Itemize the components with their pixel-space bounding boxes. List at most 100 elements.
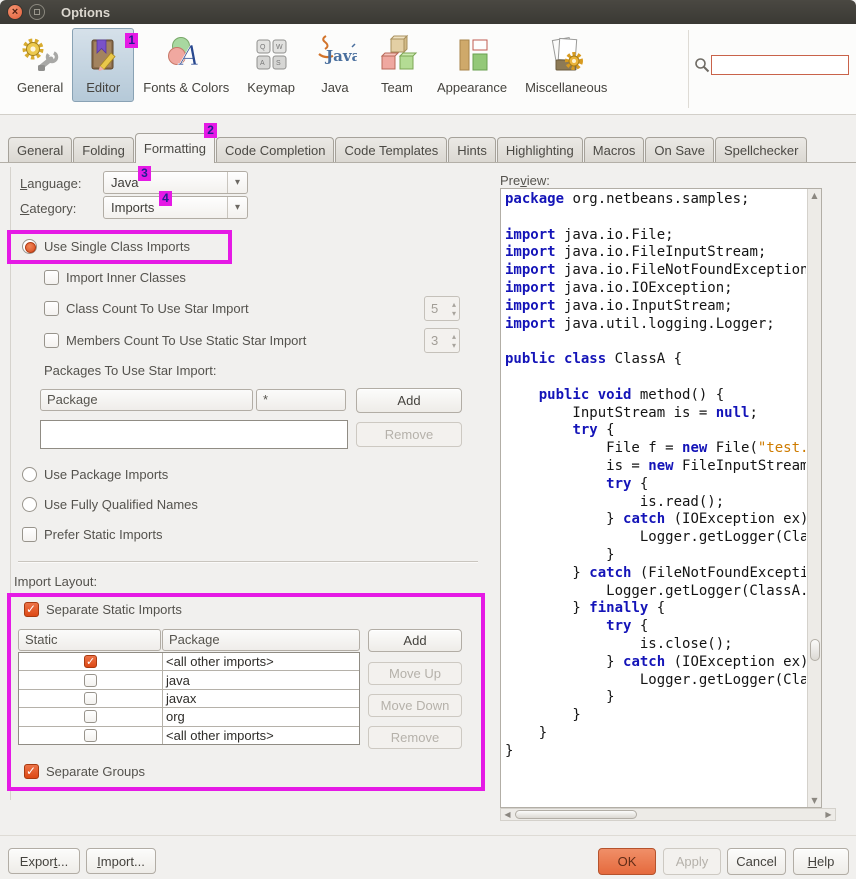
layout-add-button[interactable]: Add (368, 629, 462, 652)
members-count-spinner[interactable]: 3 ▴▾ (424, 328, 460, 353)
class-count-checkbox[interactable] (44, 301, 59, 316)
export-label: Export... (20, 854, 68, 869)
class-count-row: Class Count To Use Star Import (44, 301, 249, 316)
separate-groups-row: Separate Groups (24, 764, 145, 779)
move-up-button[interactable]: Move Up (368, 662, 462, 685)
export-button[interactable]: Export... (8, 848, 80, 874)
layout-remove-button[interactable]: Remove (368, 726, 462, 749)
table-row[interactable]: javax (19, 690, 359, 708)
tab-on-save[interactable]: On Save (645, 137, 714, 162)
titlebar: × Options (0, 0, 856, 24)
close-button[interactable]: × (7, 4, 23, 20)
static-checkbox[interactable] (84, 729, 97, 742)
star-add-button[interactable]: Add (356, 388, 462, 413)
separate-static-imports-checkbox[interactable] (24, 602, 39, 617)
preview-code[interactable]: package org.netbeans.samples; import jav… (500, 188, 822, 808)
toolbar-item-general[interactable]: General (8, 28, 72, 102)
scroll-left-icon[interactable]: ◀ (501, 809, 514, 820)
code-line: } (505, 689, 806, 707)
prefer-static-imports-row: Prefer Static Imports (22, 527, 162, 542)
import-inner-classes-checkbox[interactable] (44, 270, 59, 285)
search-area (694, 55, 854, 77)
vertical-scroll-thumb[interactable] (810, 639, 820, 661)
static-cell (19, 671, 163, 688)
import-layout-label: Import Layout: (14, 574, 97, 589)
static-checkbox[interactable] (84, 674, 97, 687)
toolbar-categories: GeneralEditor1AFonts & ColorsQWASKeymapJ… (8, 28, 616, 102)
apply-button[interactable]: Apply (663, 848, 721, 875)
tab-code-templates[interactable]: Code Templates (335, 137, 447, 162)
table-row[interactable]: <all other imports> (19, 653, 359, 671)
table-row[interactable]: org (19, 708, 359, 726)
tab-hints[interactable]: Hints (448, 137, 496, 162)
scroll-down-icon[interactable]: ▼ (808, 794, 821, 807)
class-count-value: 5 (431, 301, 438, 316)
use-single-class-imports-radio[interactable] (22, 239, 37, 254)
horizontal-scrollbar[interactable]: ◀ ▶ (500, 808, 836, 821)
table-row[interactable]: java (19, 671, 359, 689)
help-button[interactable]: Help (793, 848, 849, 875)
cancel-button[interactable]: Cancel (727, 848, 786, 875)
toolbar-item-label: Appearance (437, 80, 507, 95)
svg-text:W: W (276, 44, 283, 51)
tab-code-completion[interactable]: Code Completion (216, 137, 334, 162)
ok-button[interactable]: OK (598, 848, 656, 875)
table-row[interactable]: <all other imports> (19, 727, 359, 744)
tab-highlighting[interactable]: Highlighting (497, 137, 583, 162)
toolbar-item-team[interactable]: Team (366, 28, 428, 102)
separate-static-imports-label: Separate Static Imports (46, 602, 182, 617)
use-package-imports-radio[interactable] (22, 467, 37, 482)
import-label: Import... (97, 854, 145, 869)
scroll-right-icon[interactable]: ▶ (822, 809, 835, 820)
star-table-header-star[interactable]: * (256, 389, 346, 411)
star-table-header-package[interactable]: Package (40, 389, 253, 411)
category-label: Category: (20, 201, 76, 216)
use-single-class-imports-row: Use Single Class Imports (22, 239, 190, 254)
toolbar-item-java[interactable]: JavaJava (304, 28, 366, 102)
class-count-spinner[interactable]: 5 ▴▾ (424, 296, 460, 321)
search-input[interactable] (711, 55, 849, 75)
category-dropdown[interactable]: Imports ▾ (103, 196, 248, 219)
code-line: package org.netbeans.samples; (505, 191, 806, 209)
layout-table-header-static[interactable]: Static (18, 629, 161, 651)
package-cell: <all other imports> (163, 727, 359, 744)
static-cell (19, 708, 163, 725)
static-checkbox[interactable] (84, 692, 97, 705)
scroll-up-icon[interactable]: ▲ (808, 189, 821, 202)
horizontal-scroll-thumb[interactable] (515, 810, 637, 819)
toolbar-item-miscellaneous[interactable]: Miscellaneous (516, 28, 616, 102)
language-dropdown[interactable]: Java ▾ (103, 171, 248, 194)
footer: Export... Import... OK Apply Cancel Help (0, 835, 856, 879)
separate-groups-checkbox[interactable] (24, 764, 39, 779)
star-remove-button[interactable]: Remove (356, 422, 462, 447)
svg-text:A: A (177, 41, 200, 72)
toolbar-item-keymap[interactable]: QWASKeymap (238, 28, 304, 102)
tab-folding[interactable]: Folding (73, 137, 134, 162)
tab-formatting[interactable]: Formatting2 (135, 133, 215, 163)
packages-to-use-label: Packages To Use Star Import: (44, 363, 216, 378)
miscellaneous-icon (544, 33, 588, 77)
code-line: public class ClassA { (505, 351, 806, 369)
star-table-body[interactable] (40, 420, 348, 449)
maximize-button[interactable] (29, 4, 45, 20)
import-button[interactable]: Import... (86, 848, 156, 874)
toolbar-item-editor[interactable]: Editor1 (72, 28, 134, 102)
tab-general[interactable]: General (8, 137, 72, 162)
static-checkbox[interactable] (84, 655, 97, 668)
tab-macros[interactable]: Macros (584, 137, 645, 162)
vertical-scrollbar[interactable]: ▲ ▼ (807, 189, 821, 807)
layout-table-header-package[interactable]: Package (162, 629, 360, 651)
package-cell: java (163, 671, 359, 688)
move-down-button[interactable]: Move Down (368, 694, 462, 717)
toolbar-item-appearance[interactable]: Appearance (428, 28, 516, 102)
toolbar-item-fonts-colors[interactable]: AFonts & Colors (134, 28, 238, 102)
use-fully-qualified-names-radio[interactable] (22, 497, 37, 512)
members-count-checkbox[interactable] (44, 333, 59, 348)
use-single-class-imports-label: Use Single Class Imports (44, 239, 190, 254)
static-checkbox[interactable] (84, 710, 97, 723)
tab-spellchecker[interactable]: Spellchecker (715, 137, 807, 162)
spinner-arrows-icon[interactable]: ▴▾ (452, 332, 456, 350)
prefer-static-imports-checkbox[interactable] (22, 527, 37, 542)
import-inner-classes-label: Import Inner Classes (66, 270, 186, 285)
spinner-arrows-icon[interactable]: ▴▾ (452, 300, 456, 318)
